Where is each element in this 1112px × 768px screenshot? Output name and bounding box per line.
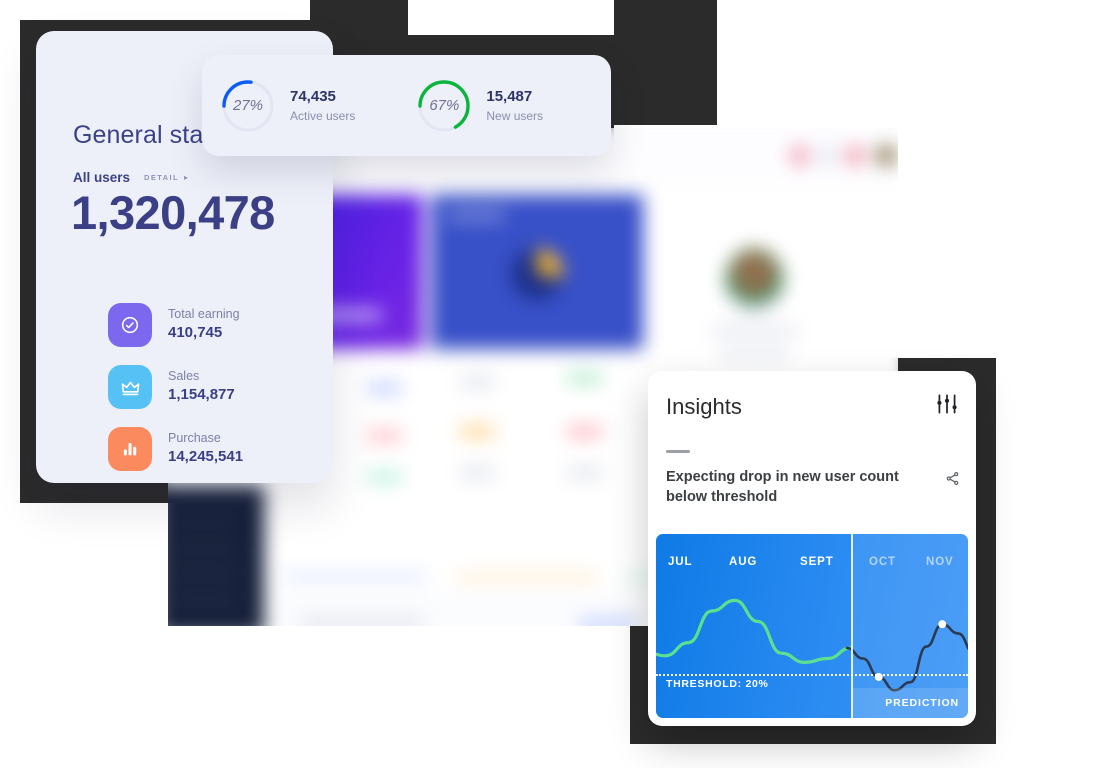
stat-label: Total earning <box>168 306 240 321</box>
axis-tick-nov: NOV <box>926 556 954 568</box>
total-users-value: 1,320,478 <box>71 186 275 239</box>
metric-value: 15,487 <box>486 88 533 105</box>
insight-message: Expecting drop in new user count below t… <box>666 469 899 505</box>
metric-caption: New users <box>486 109 544 123</box>
ring-percent-label: 27% <box>232 97 264 114</box>
metric-caption: Active users <box>290 109 356 123</box>
page-title: General stat <box>73 121 211 149</box>
axis-tick-jul: JUL <box>668 556 693 568</box>
bar-chart-icon <box>108 427 152 471</box>
metric-new-users[interactable]: 67% 15,487 New users <box>417 79 543 133</box>
stat-row-purchase[interactable]: Purchase 14,245,541 <box>108 427 243 471</box>
metric-value: 74,435 <box>290 88 336 105</box>
insights-chart[interactable]: JUL AUG SEPT OCT NOV THRESHOLD: 20% PRED… <box>656 534 968 718</box>
sliders-icon[interactable] <box>934 391 960 422</box>
stat-label: Sales <box>168 368 200 383</box>
threshold-line <box>656 673 968 676</box>
avatar <box>789 145 811 166</box>
insights-body: Expecting drop in new user count below t… <box>666 467 960 507</box>
axis-tick-oct: OCT <box>869 556 896 568</box>
stat-value: 14,245,541 <box>168 448 244 466</box>
threshold-label: THRESHOLD: 20% <box>666 677 769 690</box>
composition-stage: General stat All users DETAIL ▸ 1,320,47… <box>0 0 1112 768</box>
stat-value: 410,745 <box>168 324 223 342</box>
progress-ring-active-users: 27% <box>221 79 275 133</box>
stat-row-total-earning[interactable]: Total earning 410,745 <box>108 303 240 347</box>
chevron-right-icon[interactable]: ▸ <box>184 173 188 182</box>
stat-value: 1,154,877 <box>168 386 235 404</box>
detail-link[interactable]: DETAIL <box>144 173 179 182</box>
crown-icon <box>108 365 152 409</box>
share-icon[interactable] <box>945 471 960 491</box>
check-circle-icon <box>108 303 152 347</box>
prediction-divider <box>851 534 853 718</box>
avatar <box>818 145 839 166</box>
stat-row-sales[interactable]: Sales 1,154,877 <box>108 365 235 409</box>
insights-header: Insights <box>666 391 960 422</box>
progress-ring-new-users: 67% <box>417 79 471 133</box>
avatar <box>845 145 866 166</box>
axis-tick-sept: SEPT <box>800 556 834 568</box>
prediction-label: PREDICTION <box>885 697 959 709</box>
avatar <box>875 145 897 166</box>
metrics-pill-card: 27% 74,435 Active users 67% 15,487 New u… <box>202 55 611 156</box>
divider <box>666 450 690 453</box>
ring-percent-label: 67% <box>429 97 460 114</box>
dashboard-sidebar <box>168 486 265 626</box>
backdrop-block-top-c <box>614 0 717 125</box>
dashboard-panel <box>431 194 644 494</box>
axis-tick-aug: AUG <box>729 556 758 568</box>
metric-active-users[interactable]: 27% 74,435 Active users <box>221 79 355 133</box>
insights-title: Insights <box>666 393 742 419</box>
insights-card: Insights Expecting drop in new user coun… <box>648 371 976 726</box>
all-users-label: All users <box>73 170 131 185</box>
stat-label: Purchase <box>168 430 221 445</box>
all-users-row: All users DETAIL ▸ <box>73 170 188 185</box>
